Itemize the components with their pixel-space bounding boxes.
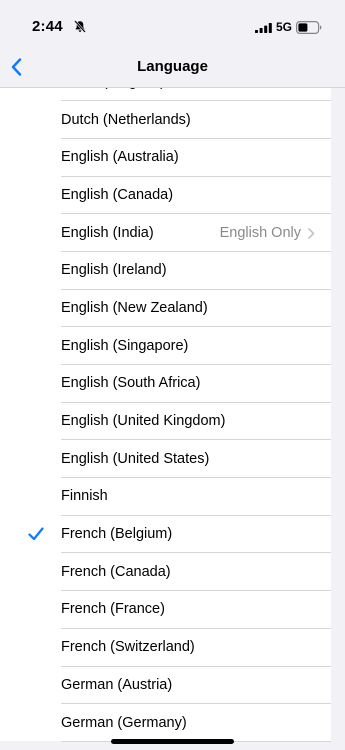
battery-icon: [296, 21, 322, 34]
language-label: French (Belgium): [61, 526, 173, 543]
language-label: Dutch (Netherlands): [61, 111, 191, 128]
scroll-gutter: [331, 87, 345, 750]
language-row[interactable]: English (Ireland): [0, 251, 331, 289]
status-time: 2:44: [32, 18, 63, 35]
language-row[interactable]: German (Germany): [0, 704, 331, 742]
language-label: English (Canada): [61, 186, 174, 203]
language-row[interactable]: English (Canada): [0, 176, 331, 214]
page-title: Language: [137, 58, 208, 75]
language-label: English (United Kingdom): [61, 413, 226, 430]
language-row[interactable]: English (Singapore): [0, 327, 331, 365]
chevron-right-icon: [308, 227, 315, 239]
language-label: French (Canada): [61, 563, 171, 580]
language-detail: English Only: [219, 224, 301, 241]
language-list: Dutch (Belgium)Dutch (Netherlands)Englis…: [0, 63, 331, 742]
language-settings-screen: 2:44 5G Language Dutch (Belgium)Dutch (: [0, 0, 345, 750]
language-row[interactable]: Dutch (Netherlands): [0, 101, 331, 139]
language-label: English (South Africa): [61, 375, 201, 392]
language-row[interactable]: English (United Kingdom): [0, 402, 331, 440]
language-row[interactable]: French (Switzerland): [0, 628, 331, 666]
language-label: English (New Zealand): [61, 299, 208, 316]
cellular-signal-icon: [255, 23, 272, 33]
navigation-bar: Language: [0, 48, 345, 88]
language-label: Finnish: [61, 488, 108, 505]
language-row[interactable]: French (Canada): [0, 553, 331, 591]
language-row[interactable]: English (New Zealand): [0, 289, 331, 327]
language-row[interactable]: English (United States): [0, 440, 331, 478]
language-label: German (Austria): [61, 676, 173, 693]
language-label: German (Germany): [61, 714, 187, 731]
language-label: English (Australia): [61, 149, 179, 166]
language-row[interactable]: Finnish: [0, 478, 331, 516]
language-label: English (Singapore): [61, 337, 189, 354]
home-indicator[interactable]: [111, 739, 234, 744]
bell-slash-icon: [74, 20, 86, 33]
language-label: French (France): [61, 601, 165, 618]
language-row[interactable]: French (France): [0, 591, 331, 629]
language-label: English (India): [61, 224, 154, 241]
checkmark-icon: [28, 527, 44, 541]
status-bar: 2:44 5G: [0, 0, 345, 48]
language-row[interactable]: German (Austria): [0, 666, 331, 704]
language-row[interactable]: English (Australia): [0, 138, 331, 176]
language-label: French (Switzerland): [61, 639, 195, 656]
network-type-label: 5G: [276, 20, 293, 34]
language-label: English (United States): [61, 450, 210, 467]
language-row[interactable]: French (Belgium): [0, 515, 331, 553]
language-row[interactable]: English (South Africa): [0, 365, 331, 403]
language-label: English (Ireland): [61, 262, 167, 279]
language-row[interactable]: English (India) English Only: [0, 214, 331, 252]
